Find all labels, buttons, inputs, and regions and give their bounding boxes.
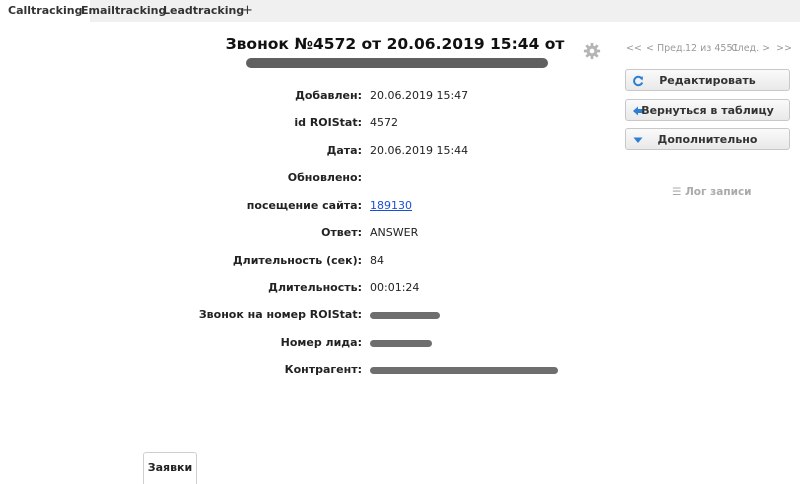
visit-link[interactable]: 189130 [370,199,412,212]
detail-value: 4572 [370,116,398,129]
gear-icon[interactable] [583,42,601,60]
detail-label: Длительность (сек): [232,254,362,267]
pager-last-link[interactable]: >> [776,43,792,54]
detail-row-updated: Обновлено: [0,171,800,187]
detail-row-duration: Длительность: 00:01:24 [0,281,800,297]
detail-label: Добавлен: [295,89,362,102]
detail-row-contractor: Контрагент: [0,363,800,379]
edit-button[interactable]: Редактировать [625,69,790,91]
detail-value: ANSWER [370,226,419,239]
list-icon: ☰ [672,186,682,198]
page-title: Звонок №4572 от 20.06.2019 15:44 от [225,35,565,53]
redacted-value [370,366,558,374]
back-button-label: Вернуться в таблицу [641,104,774,117]
record-log-link[interactable]: ☰ Лог записи [672,186,752,198]
detail-value: 84 [370,254,384,267]
pager-first-link[interactable]: << [626,43,642,54]
detail-label: Дата: [326,144,362,157]
redacted-subtitle [246,58,548,68]
redacted-value [370,339,432,347]
pager-prev-link[interactable]: < Пред. [646,43,686,54]
detail-row-roistat-number: Звонок на номер ROIStat: [0,308,800,324]
detail-value: 20.06.2019 15:44 [370,144,469,157]
detail-value: 20.06.2019 15:47 [370,89,469,102]
detail-row-lead-number: Номер лида: [0,336,800,352]
detail-label: Длительность: [268,281,362,294]
contractor-link[interactable] [370,363,558,376]
redacted-value [370,311,440,319]
record-log-label: Лог записи [685,186,752,198]
detail-label: id ROIStat: [294,116,362,129]
tab-bar: Calltracking Emailtracking Leadtracking … [0,0,800,22]
detail-label: Звонок на номер ROIStat: [198,308,362,321]
detail-value [370,336,432,349]
requests-tab[interactable]: Заявки [143,452,197,484]
detail-value: 00:01:24 [370,281,420,294]
add-tab-button[interactable]: + [234,0,261,22]
detail-label: Ответ: [321,226,362,239]
detail-label: Контрагент: [284,363,362,376]
edit-button-label: Редактировать [659,74,756,87]
detail-row-duration-sec: Длительность (сек): 84 [0,254,800,270]
detail-row-visit: посещение сайта: 189130 [0,199,800,215]
more-button[interactable]: Дополнительно [625,128,790,150]
detail-label: посещение сайта: [246,199,362,212]
more-button-label: Дополнительно [657,133,758,146]
detail-label: Номер лида: [280,336,362,349]
detail-value [370,308,440,321]
detail-label: Обновлено: [287,171,362,184]
detail-row-answer: Ответ: ANSWER [0,226,800,242]
pager-next-link[interactable]: След. > [731,43,770,54]
back-to-table-button[interactable]: Вернуться в таблицу [625,99,790,121]
